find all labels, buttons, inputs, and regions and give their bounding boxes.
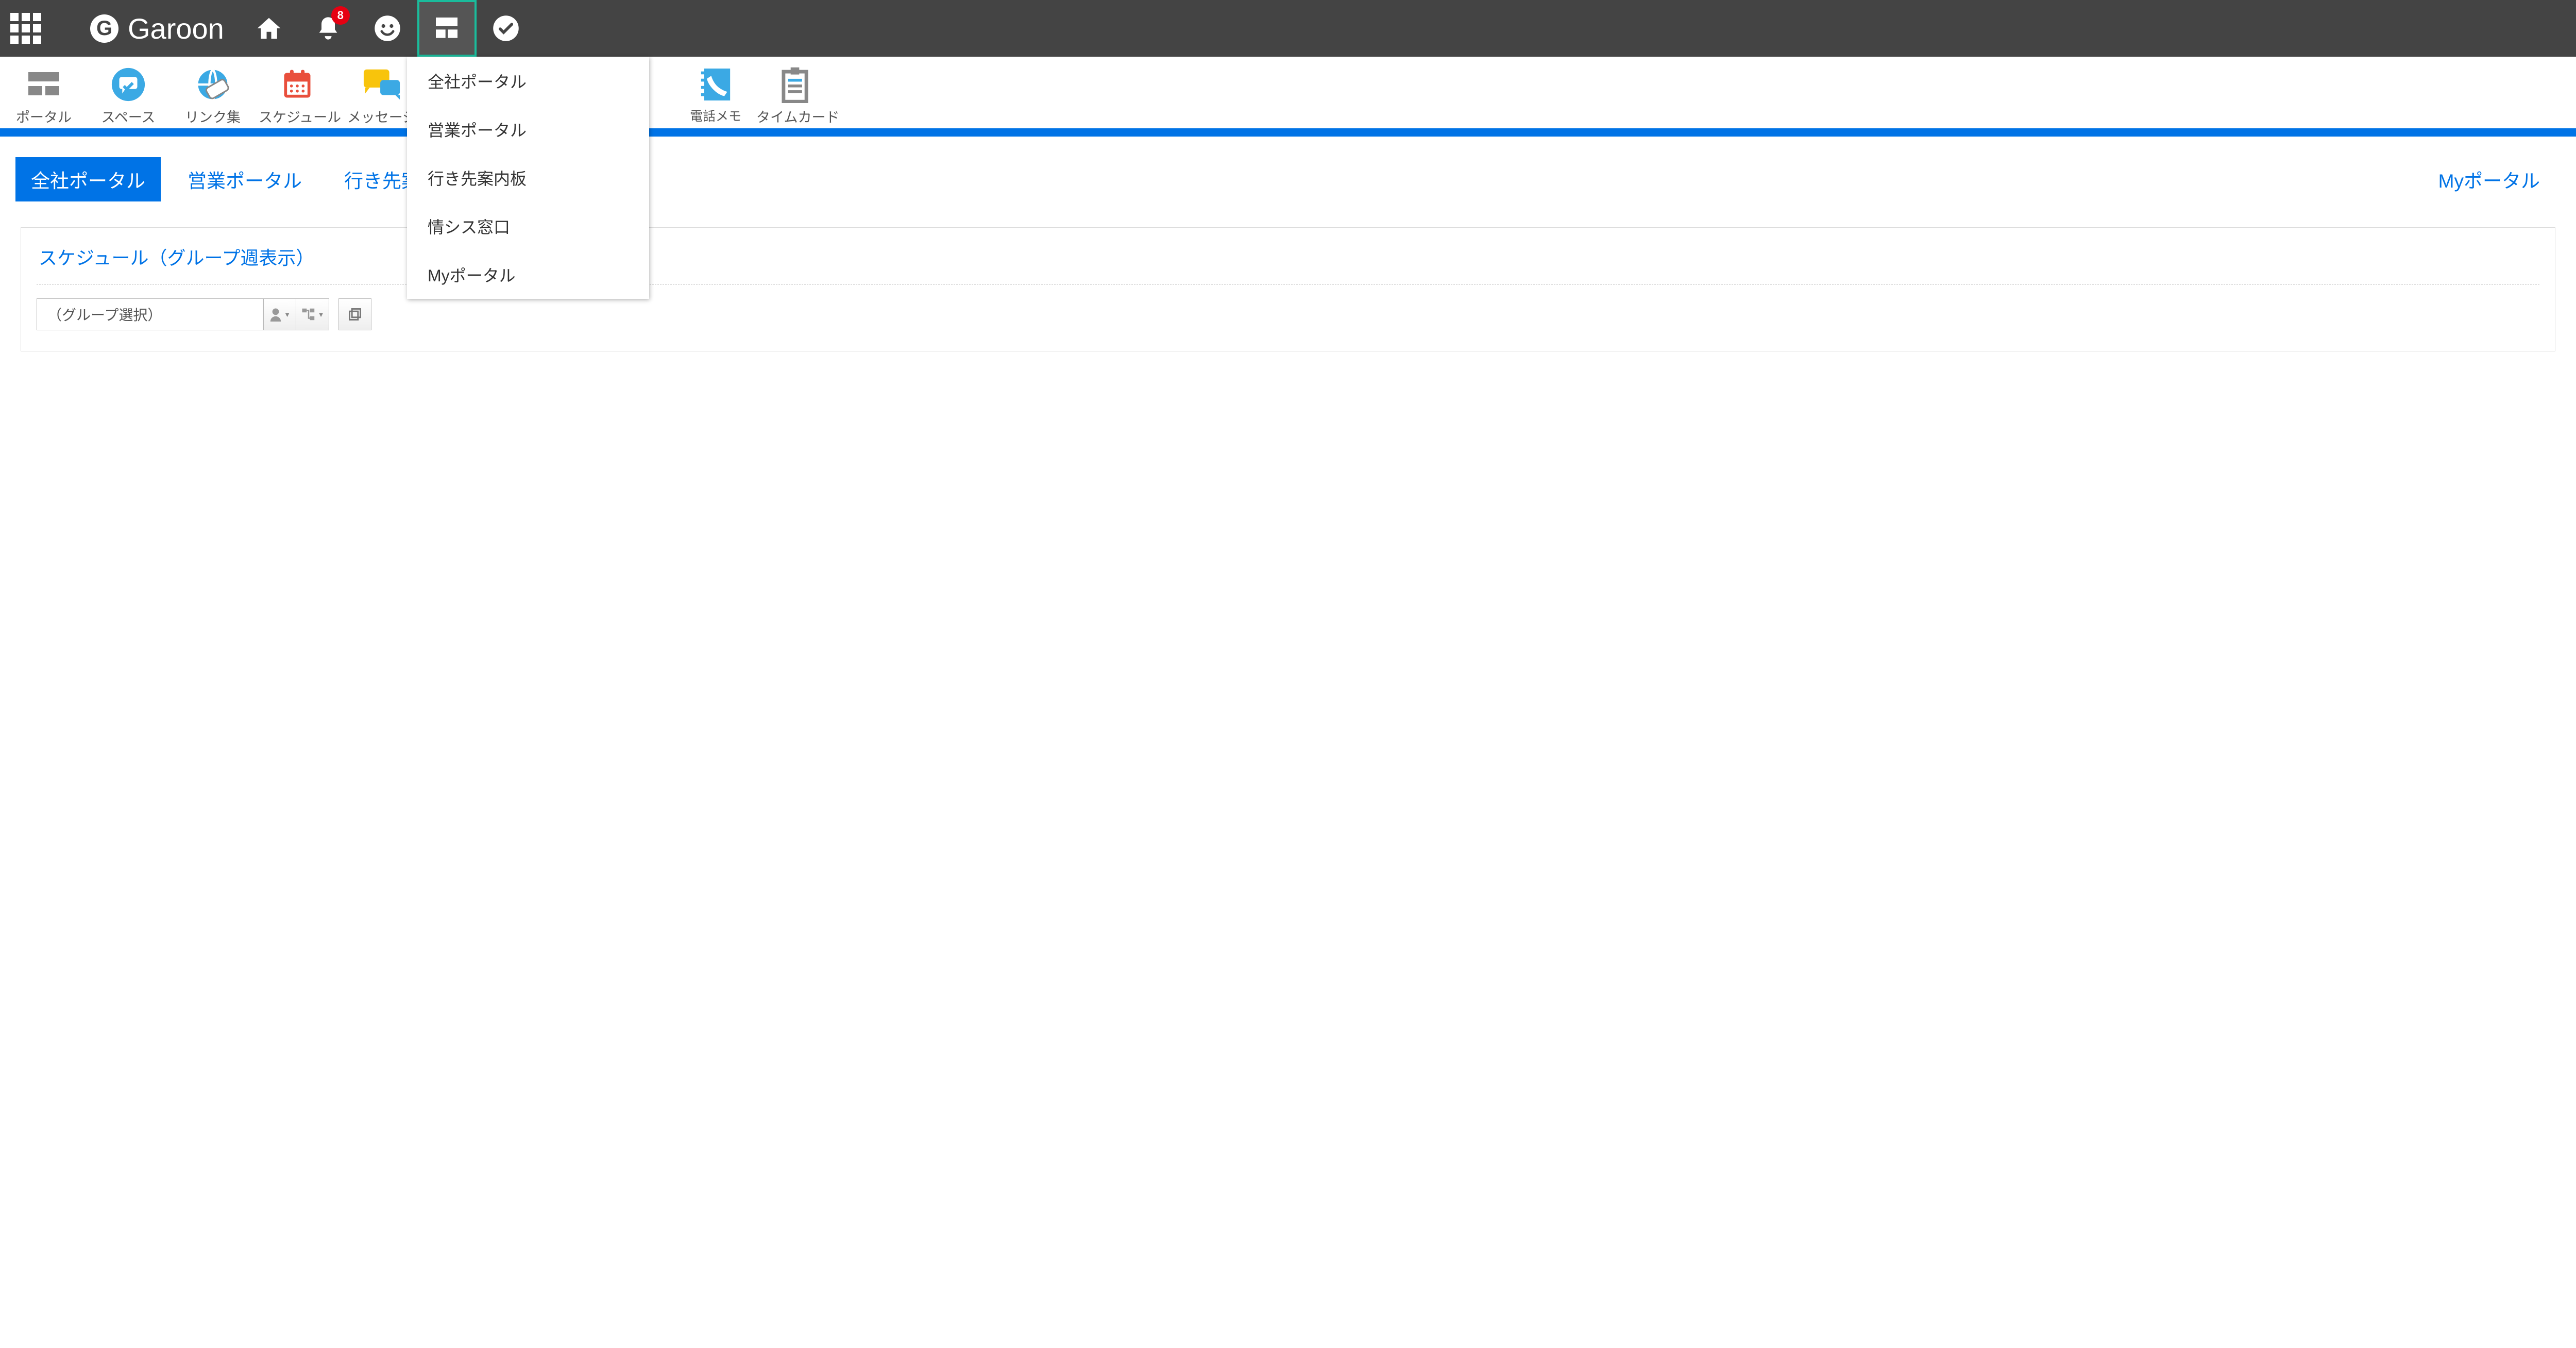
timecard-icon [756,64,834,105]
app-label: 電話メモ [682,106,749,125]
smile-icon[interactable] [358,0,417,57]
person-icon [269,307,282,322]
portal-tabs: 全社ポータル 営業ポータル 行き先案 Myポータル [0,137,2576,201]
portal-icon [5,64,82,105]
app-label: スケジュール [259,106,336,126]
app-portal[interactable]: ポータル [5,64,82,126]
topbar: G Garoon 8 [0,0,2576,57]
app-links[interactable]: リンク集 [174,64,251,126]
portal-switcher-icon[interactable] [417,0,477,57]
app-label: リンク集 [174,106,251,126]
app-bar: ポータル スペース リンク集 スケジュール メッセージ 電話メモ タイ [0,57,2576,128]
phone-memo-icon [682,64,749,105]
schedule-controls: （グループ選択） ▼ ▼ [37,298,2539,330]
tab-all-company[interactable]: 全社ポータル [15,157,161,201]
group-select[interactable]: （グループ選択） [37,298,263,330]
accent-bar [0,128,2576,137]
schedule-panel: スケジュール（グループ週表示） （グループ選択） ▼ ▼ [21,227,2555,351]
portal-dropdown: 全社ポータル 営業ポータル 行き先案内板 情シス窓口 Myポータル [407,57,649,299]
app-launcher-icon[interactable] [10,13,41,44]
space-icon [90,64,167,105]
schedule-icon [259,64,336,105]
chat-check-icon[interactable] [477,0,536,57]
portal-dropdown-item[interactable]: 営業ポータル [407,105,649,154]
windows-icon [348,307,362,322]
notification-badge: 8 [331,6,350,25]
chevron-down-icon: ▼ [284,311,291,318]
open-window-button[interactable] [338,298,371,330]
app-phone-memo[interactable]: 電話メモ [682,64,749,126]
app-space[interactable]: スペース [90,64,167,126]
brand[interactable]: G Garoon [90,12,224,45]
chevron-down-icon: ▼ [318,311,325,318]
links-icon [174,64,251,105]
org-tree-icon [301,307,316,322]
portal-dropdown-item[interactable]: Myポータル [407,250,649,299]
app-label: ポータル [5,106,82,126]
tab-sales[interactable]: 営業ポータル [172,157,317,201]
brand-logo-icon: G [90,14,118,43]
portal-dropdown-item[interactable]: 情シス窓口 [407,202,649,250]
app-timecard[interactable]: タイムカード [756,64,834,126]
home-icon[interactable] [240,0,299,57]
portal-dropdown-item[interactable]: 全社ポータル [407,57,649,105]
app-schedule[interactable]: スケジュール [259,64,336,126]
notification-bell-icon[interactable]: 8 [299,0,358,57]
app-label: タイムカード [756,106,834,126]
tab-my-portal[interactable]: Myポータル [2423,157,2555,201]
portal-dropdown-item[interactable]: 行き先案内板 [407,154,649,202]
brand-name: Garoon [128,12,224,45]
user-picker-button[interactable]: ▼ [263,298,296,330]
app-label: スペース [90,106,167,126]
org-picker-button[interactable]: ▼ [296,298,329,330]
